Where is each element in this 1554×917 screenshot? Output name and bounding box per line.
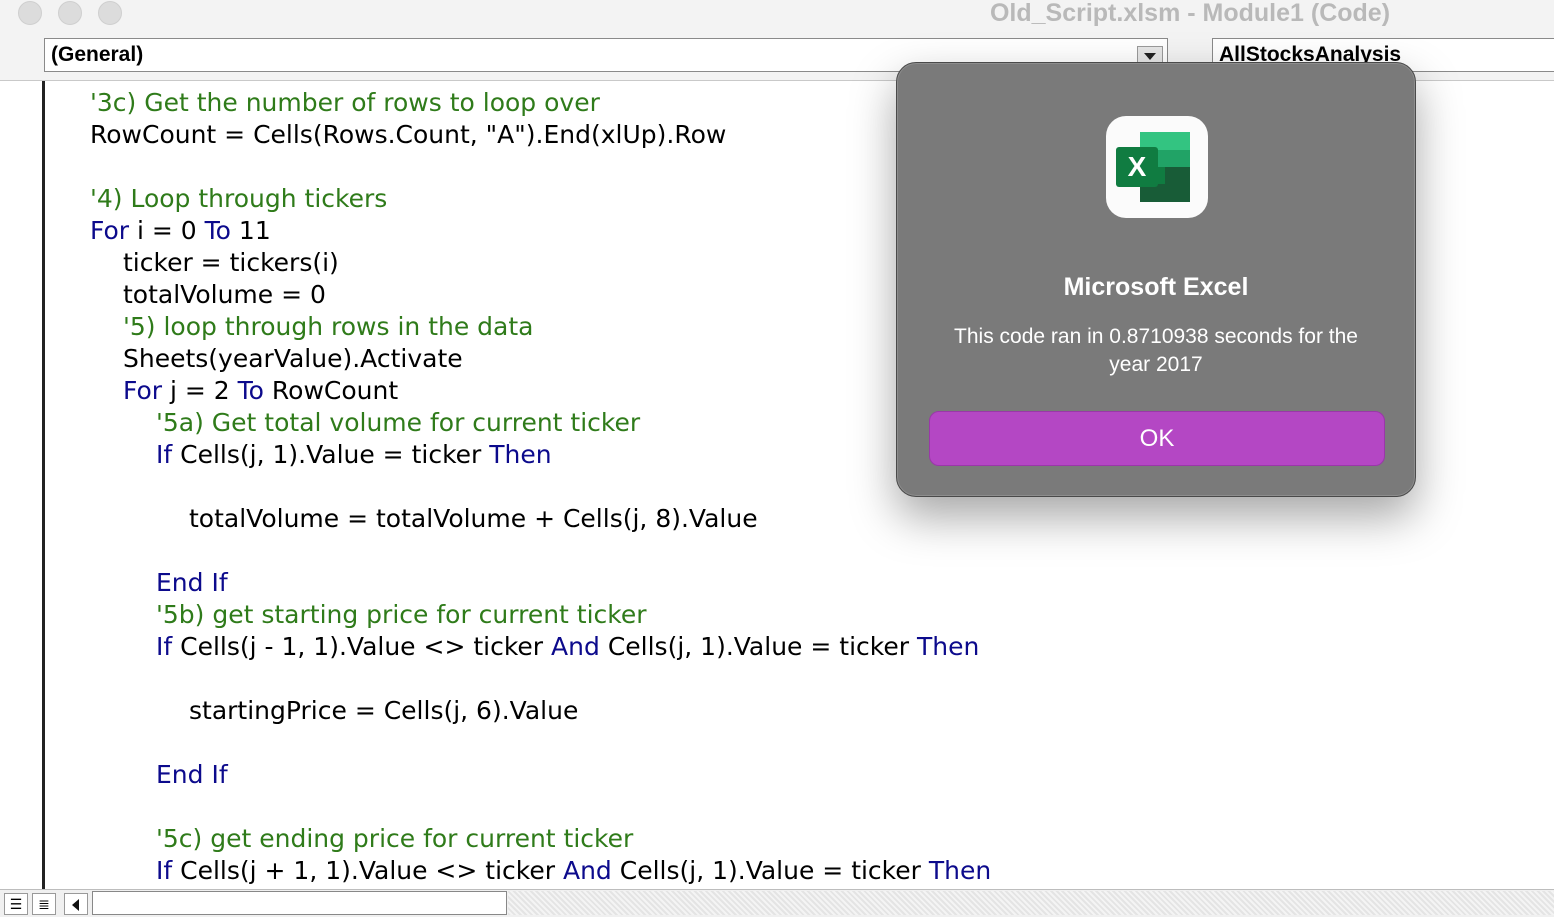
margin-indicator-bar[interactable] <box>0 81 45 889</box>
code-line[interactable]: '3c) Get the number of rows to loop over <box>90 87 600 119</box>
code-line[interactable]: '5c) get ending price for current ticker <box>156 823 633 855</box>
code-keyword: To <box>204 216 231 245</box>
code-line[interactable]: For i = 0 To 11 <box>90 215 271 247</box>
code-line[interactable]: End If <box>156 759 228 791</box>
code-line[interactable]: End If <box>156 567 228 599</box>
code-keyword: End If <box>156 760 228 789</box>
code-line[interactable]: startingPrice = Cells(j, 6).Value <box>189 695 578 727</box>
code-text: 11 <box>230 216 271 245</box>
object-dropdown-value: (General) <box>51 43 144 66</box>
code-comment: '5) loop through rows in the data <box>123 312 534 341</box>
dialog-message: This code ran in 0.8710938 seconds for t… <box>954 325 1358 376</box>
code-line[interactable]: If Cells(j + 1, 1).Value <> ticker And C… <box>156 855 991 887</box>
code-line[interactable]: Sheets(yearValue).Activate <box>123 343 463 375</box>
code-line[interactable]: totalVolume = totalVolume + Cells(j, 8).… <box>189 503 758 535</box>
code-line[interactable]: If Cells(j - 1, 1).Value <> ticker And C… <box>156 631 979 663</box>
alert-dialog: X Microsoft Excel This code ran in 0.871… <box>896 62 1416 497</box>
code-text: startingPrice = Cells(j, 6).Value <box>189 696 579 725</box>
code-comment: '5b) get starting price for current tick… <box>156 600 647 629</box>
code-line[interactable]: '5) loop through rows in the data <box>123 311 533 343</box>
code-keyword: And <box>551 632 600 661</box>
code-line[interactable]: If Cells(j, 1).Value = ticker Then <box>156 439 552 471</box>
zoom-window-icon[interactable] <box>98 1 122 25</box>
code-text: Sheets(yearValue).Activate <box>123 344 463 373</box>
code-keyword: Then <box>489 440 552 469</box>
code-line[interactable]: totalVolume = 0 <box>123 279 326 311</box>
window-title-bar: Old_Script.xlsm - Module1 (Code) <box>0 0 1554 32</box>
code-line[interactable]: '5a) Get total volume for current ticker <box>156 407 640 439</box>
dialog-title: Microsoft Excel <box>1063 273 1249 301</box>
code-line[interactable]: For j = 2 To RowCount <box>123 375 398 407</box>
code-comment: '3c) Get the number of rows to loop over <box>90 88 600 117</box>
full-module-view-icon[interactable]: ≣ <box>32 893 56 915</box>
code-text: Cells(j - 1, 1).Value <> ticker <box>172 632 552 661</box>
code-text: Cells(j, 1).Value = ticker <box>611 856 929 885</box>
excel-app-icon: X <box>1106 116 1208 218</box>
code-line[interactable]: ticker = tickers(i) <box>123 247 339 279</box>
code-line[interactable]: RowCount = Cells(Rows.Count, "A").End(xl… <box>90 119 726 151</box>
code-text: i = 0 <box>129 216 205 245</box>
code-comment: '5a) Get total volume for current ticker <box>156 408 641 437</box>
procedure-view-icon[interactable]: ☰ <box>4 893 28 915</box>
excel-icon-letter: X <box>1128 151 1147 182</box>
code-keyword: If <box>156 856 173 885</box>
minimize-window-icon[interactable] <box>58 1 82 25</box>
code-keyword: For <box>123 376 163 405</box>
code-line[interactable]: '5b) get starting price for current tick… <box>156 599 647 631</box>
scroll-left-icon[interactable] <box>64 893 88 915</box>
code-keyword: And <box>562 856 612 885</box>
code-keyword: End If <box>156 568 228 597</box>
code-text: RowCount = Cells(Rows.Count, "A").End(xl… <box>90 120 727 149</box>
code-keyword: To <box>237 376 264 405</box>
code-text: totalVolume = totalVolume + Cells(j, 8).… <box>189 504 758 533</box>
horizontal-scrollbar-track[interactable] <box>508 891 1554 915</box>
code-keyword: Then <box>916 632 980 661</box>
ok-button[interactable]: OK <box>929 411 1385 466</box>
code-text: j = 2 <box>162 376 238 405</box>
code-keyword: If <box>156 440 173 469</box>
close-window-icon[interactable] <box>18 1 42 25</box>
horizontal-scrollbar-thumb[interactable] <box>92 891 507 915</box>
code-text: Cells(j + 1, 1).Value <> ticker <box>172 856 563 885</box>
code-keyword: For <box>90 216 130 245</box>
code-line[interactable]: '4) Loop through tickers <box>90 183 387 215</box>
code-comment: '5c) get ending price for current ticker <box>156 824 634 853</box>
code-text: Cells(j, 1).Value = ticker <box>172 440 490 469</box>
code-text: totalVolume = 0 <box>123 280 326 309</box>
editor-bottom-bar: ☰ ≣ <box>0 889 1554 917</box>
code-keyword: Then <box>928 856 992 885</box>
code-keyword: If <box>156 632 173 661</box>
code-text: RowCount <box>263 376 399 405</box>
code-text: ticker = tickers(i) <box>123 248 339 277</box>
window-title: Old_Script.xlsm - Module1 (Code) <box>989 0 1391 27</box>
code-text: Cells(j, 1).Value = ticker <box>599 632 917 661</box>
code-comment: '4) Loop through tickers <box>90 184 388 213</box>
